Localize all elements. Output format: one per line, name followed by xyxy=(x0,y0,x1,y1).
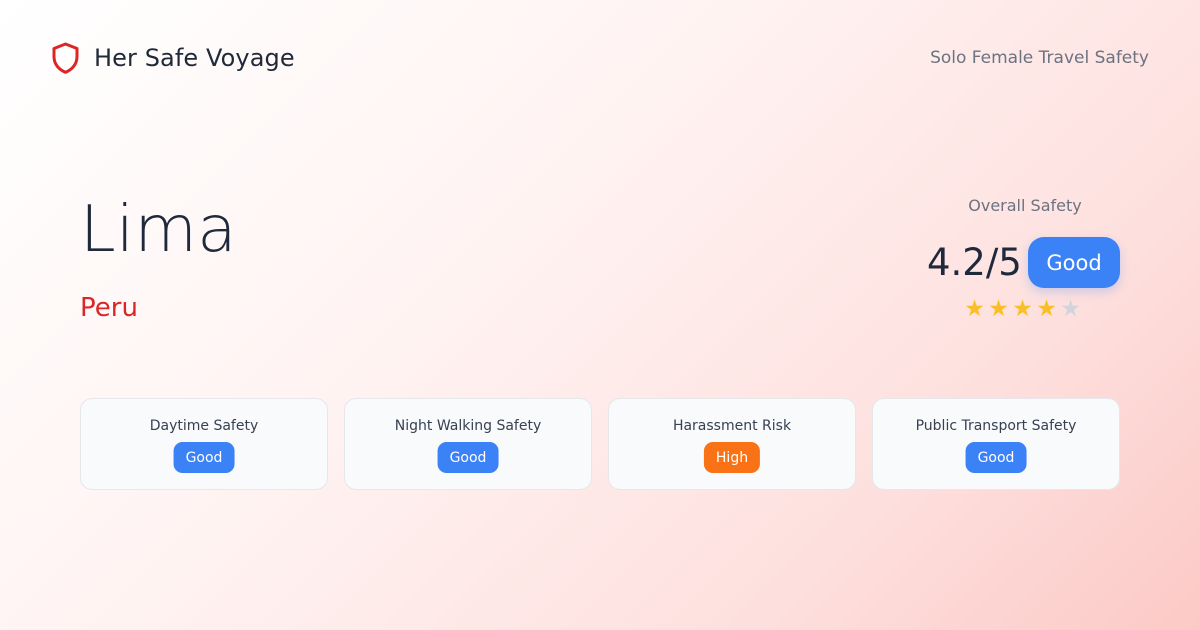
overall-rating-badge: Good xyxy=(1028,237,1120,288)
safety-metrics: Daytime Safety Good Night Walking Safety Go… xyxy=(80,398,1120,490)
metric-label: Harassment Risk xyxy=(672,418,792,434)
city-name: Lima xyxy=(80,193,237,267)
star-filled-icon: ★ xyxy=(964,296,985,322)
metric-label: Night Walking Safety xyxy=(394,418,542,434)
star-filled-icon: ★ xyxy=(988,296,1009,322)
star-rating: ★ ★ ★ ★ ★ xyxy=(964,296,1081,322)
country-name: Peru xyxy=(80,293,138,323)
metric-card: Harassment Risk High xyxy=(608,398,856,490)
metric-label: Public Transport Safety xyxy=(915,418,1077,434)
star-filled-icon: ★ xyxy=(1036,296,1057,322)
tagline: Solo Female Travel Safety xyxy=(930,48,1149,68)
shield-icon xyxy=(52,42,79,74)
metric-card: Public Transport Safety Good xyxy=(872,398,1120,490)
metric-rating-badge: Good xyxy=(437,442,499,473)
overall-score: 4.2/5 xyxy=(927,241,1022,284)
metric-rating-badge: Good xyxy=(965,442,1027,473)
overall-safety-label: Overall Safety xyxy=(968,196,1082,215)
metric-rating-badge: Good xyxy=(173,442,235,473)
metric-label: Daytime Safety xyxy=(149,418,259,434)
metric-card: Daytime Safety Good xyxy=(80,398,328,490)
metric-rating-badge: High xyxy=(703,442,761,473)
brand-name: Her Safe Voyage xyxy=(94,44,295,72)
header: Her Safe Voyage Solo Female Travel Safet… xyxy=(52,40,1149,76)
score-row: 4.2/5 Good xyxy=(920,237,1130,289)
metric-card: Night Walking Safety Good xyxy=(344,398,592,490)
overall-safety-panel: Overall Safety 4.2/5 Good ★ ★ ★ ★ ★ xyxy=(920,196,1130,326)
star-empty-icon: ★ xyxy=(1060,296,1081,322)
star-filled-icon: ★ xyxy=(1012,296,1033,322)
brand[interactable]: Her Safe Voyage xyxy=(52,42,295,74)
